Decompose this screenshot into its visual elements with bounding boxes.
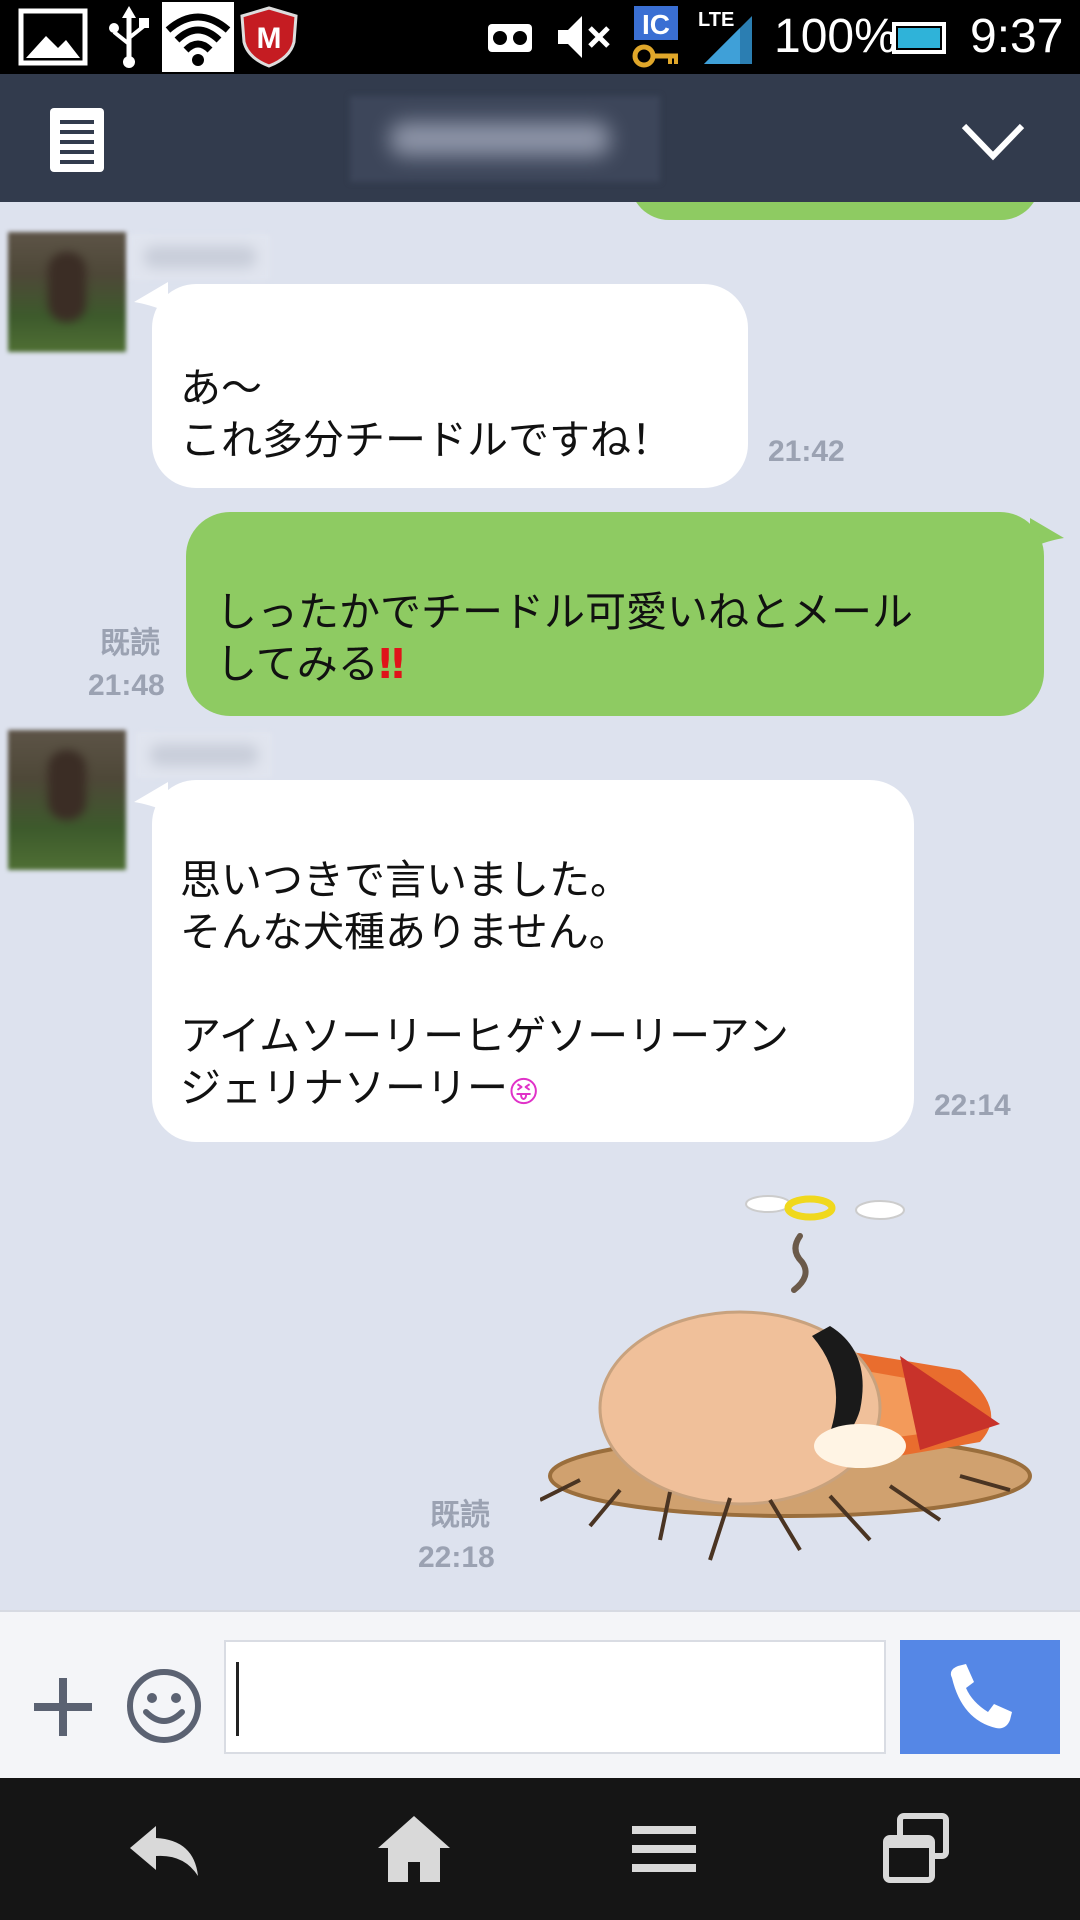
plus-icon[interactable] <box>30 1674 96 1740</box>
chat-header <box>0 74 1080 202</box>
sender-name-blurred <box>130 234 270 280</box>
ic-key-icon: IC <box>632 6 678 68</box>
battery-percent: 100% <box>774 10 897 63</box>
gallery-icon <box>18 8 88 66</box>
message-text: 思いつきで言いました。 そんな犬種ありません。 アイムソーリーヒゲソーリーアン … <box>180 856 789 1112</box>
sender-name-blurred <box>136 732 272 778</box>
back-icon[interactable] <box>124 1812 204 1886</box>
call-button[interactable] <box>900 1640 1060 1754</box>
message-time: 22:14 <box>934 1089 1011 1122</box>
signal-strength-icon <box>704 16 752 64</box>
home-icon[interactable] <box>374 1812 454 1886</box>
phone-icon <box>950 1664 1012 1729</box>
clock: 9:37 <box>970 10 1064 63</box>
voicemail-icon <box>488 24 532 52</box>
smiley-icon[interactable] <box>126 1668 202 1744</box>
wifi-icon <box>162 2 234 72</box>
battery-icon <box>890 22 946 54</box>
message-text: あ〜 これ多分チードルですね！ <box>180 364 672 464</box>
message-time: 22:18 <box>418 1541 495 1574</box>
text-cursor <box>236 1662 239 1736</box>
double-exclamation-emoji: ‼ <box>378 640 405 688</box>
menu-icon[interactable] <box>624 1812 704 1886</box>
incoming-message-bubble[interactable]: 思いつきで言いました。 そんな犬種ありません。 アイムソーリーヒゲソーリーアン … <box>152 780 914 1142</box>
status-bar: M IC LTE 100% 9:37 <box>0 0 1080 74</box>
message-time: 21:42 <box>768 435 845 468</box>
avatar[interactable] <box>8 232 126 352</box>
outgoing-message-bubble[interactable]: しったかでチードル可愛いねとメール してみる‼ <box>186 512 1044 716</box>
read-receipt: 既読 <box>100 627 160 660</box>
list-icon[interactable] <box>44 106 112 174</box>
read-receipt: 既読 <box>430 1499 490 1532</box>
message-input-bar <box>0 1610 1080 1780</box>
incoming-message-bubble[interactable]: あ〜 これ多分チードルですね！ <box>152 284 748 488</box>
svg-text:M: M <box>257 22 282 55</box>
tongue-out-emoji: 😝 <box>508 1075 540 1110</box>
mcafee-shield-icon: M <box>240 6 298 68</box>
previous-message-bubble <box>630 202 1040 220</box>
message-time: 21:48 <box>88 669 165 702</box>
chat-title-blurred <box>350 96 660 182</box>
message-input[interactable] <box>224 1640 886 1754</box>
mute-icon <box>558 16 610 58</box>
fallen-angel-sticker[interactable] <box>540 1180 1040 1580</box>
svg-text:IC: IC <box>642 9 670 40</box>
system-navigation-bar <box>0 1778 1080 1920</box>
message-text: しったかでチードル可愛いねとメール してみる <box>216 588 913 688</box>
chevron-down-icon[interactable] <box>958 110 1028 170</box>
usb-icon <box>109 6 149 68</box>
recent-apps-icon[interactable] <box>876 1812 956 1886</box>
avatar[interactable] <box>8 730 126 870</box>
